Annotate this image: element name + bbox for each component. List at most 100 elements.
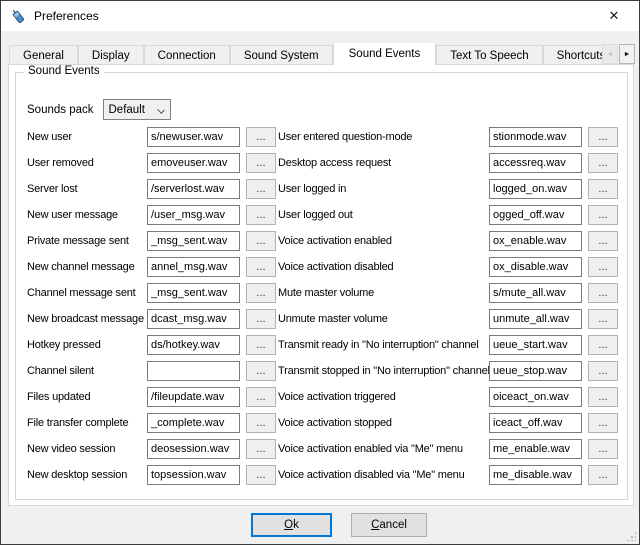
sound-file-input[interactable]	[147, 387, 240, 407]
sound-file-input[interactable]	[489, 179, 582, 199]
sounds-pack-select[interactable]: Default	[103, 99, 171, 120]
sound-event-label: Private message sent	[27, 235, 147, 247]
sound-file-input[interactable]	[147, 153, 240, 173]
tab-strip: GeneralDisplayConnectionSound SystemSoun…	[9, 43, 603, 65]
browse-button[interactable]: ...	[246, 153, 276, 173]
sound-file-input[interactable]	[489, 361, 582, 381]
tab-text-to-speech[interactable]: Text To Speech	[436, 45, 542, 65]
sounds-pack-value: Default	[109, 104, 145, 116]
sound-event-label: Voice activation disabled	[278, 261, 489, 273]
sound-file-input[interactable]	[489, 153, 582, 173]
browse-button[interactable]: ...	[246, 179, 276, 199]
sound-event-label: Voice activation disabled via "Me" menu	[278, 469, 489, 481]
browse-button[interactable]: ...	[588, 283, 618, 303]
sound-event-label: New channel message	[27, 261, 147, 273]
browse-button[interactable]: ...	[588, 439, 618, 459]
browse-button[interactable]: ...	[246, 309, 276, 329]
browse-button[interactable]: ...	[588, 257, 618, 277]
browse-button[interactable]: ...	[246, 127, 276, 147]
browse-button[interactable]: ...	[246, 231, 276, 251]
sound-event-label: Voice activation enabled	[278, 235, 489, 247]
titlebar: Preferences ✕	[1, 1, 639, 31]
sound-events-page: Sound Events Sounds pack Default New use…	[8, 64, 634, 506]
sound-file-input[interactable]	[147, 179, 240, 199]
browse-button[interactable]: ...	[246, 413, 276, 433]
sounds-pack-row: Sounds pack Default	[27, 99, 171, 120]
sound-file-input[interactable]	[489, 309, 582, 329]
preferences-dialog: Preferences ✕ GeneralDisplayConnectionSo…	[0, 0, 640, 545]
sound-file-input[interactable]	[147, 465, 240, 485]
close-icon[interactable]: ✕	[597, 1, 631, 31]
sound-file-input[interactable]	[489, 205, 582, 225]
sound-file-input[interactable]	[147, 205, 240, 225]
chevron-down-icon	[157, 106, 165, 114]
browse-button[interactable]: ...	[246, 465, 276, 485]
sound-event-label: Channel silent	[27, 365, 147, 377]
browse-button[interactable]: ...	[588, 335, 618, 355]
sound-event-label: New desktop session	[27, 469, 147, 481]
sound-file-input[interactable]	[489, 335, 582, 355]
sound-event-label: Unmute master volume	[278, 313, 489, 325]
browse-button[interactable]: ...	[588, 413, 618, 433]
tab-shortcuts[interactable]: Shortcuts	[543, 45, 603, 65]
browse-button[interactable]: ...	[588, 231, 618, 251]
sound-file-input[interactable]	[489, 439, 582, 459]
sound-events-grid: New user...User entered question-mode...…	[27, 124, 612, 488]
sound-event-label: Voice activation triggered	[278, 391, 489, 403]
sound-event-label: Mute master volume	[278, 287, 489, 299]
browse-button[interactable]: ...	[588, 127, 618, 147]
browse-button[interactable]: ...	[588, 465, 618, 485]
sound-file-input[interactable]	[489, 413, 582, 433]
sound-file-input[interactable]	[147, 257, 240, 277]
sound-file-input[interactable]	[147, 361, 240, 381]
resize-grip[interactable]	[626, 531, 636, 541]
browse-button[interactable]: ...	[588, 205, 618, 225]
sound-event-label: Files updated	[27, 391, 147, 403]
browse-button[interactable]: ...	[246, 439, 276, 459]
sound-event-label: Transmit ready in "No interruption" chan…	[278, 339, 489, 351]
tab-scroll-right-icon[interactable]: ►	[619, 44, 635, 64]
sound-event-label: Server lost	[27, 183, 147, 195]
groupbox-title: Sound Events	[24, 65, 104, 77]
sound-file-input[interactable]	[147, 283, 240, 303]
window-title: Preferences	[34, 9, 99, 23]
browse-button[interactable]: ...	[588, 153, 618, 173]
sound-event-label: New user message	[27, 209, 147, 221]
browse-button[interactable]: ...	[588, 361, 618, 381]
ok-button[interactable]: Ok	[251, 513, 332, 537]
sound-file-input[interactable]	[147, 127, 240, 147]
browse-button[interactable]: ...	[588, 179, 618, 199]
sound-file-input[interactable]	[489, 127, 582, 147]
tab-general[interactable]: General	[9, 45, 78, 65]
sound-event-label: Desktop access request	[278, 157, 489, 169]
sound-file-input[interactable]	[147, 231, 240, 251]
sound-file-input[interactable]	[489, 257, 582, 277]
sound-event-label: Channel message sent	[27, 287, 147, 299]
sound-file-input[interactable]	[147, 335, 240, 355]
tab-display[interactable]: Display	[78, 45, 144, 65]
cancel-button[interactable]: Cancel	[351, 513, 427, 537]
browse-button[interactable]: ...	[246, 387, 276, 407]
sound-event-label: File transfer complete	[27, 417, 147, 429]
tab-sound-system[interactable]: Sound System	[230, 45, 333, 65]
browse-button[interactable]: ...	[588, 309, 618, 329]
browse-button[interactable]: ...	[246, 361, 276, 381]
browse-button[interactable]: ...	[246, 257, 276, 277]
sound-event-label: User removed	[27, 157, 147, 169]
sound-file-input[interactable]	[489, 231, 582, 251]
sound-file-input[interactable]	[147, 413, 240, 433]
sound-file-input[interactable]	[147, 309, 240, 329]
sound-file-input[interactable]	[147, 439, 240, 459]
browse-button[interactable]: ...	[246, 335, 276, 355]
browse-button[interactable]: ...	[246, 283, 276, 303]
tab-connection[interactable]: Connection	[144, 45, 230, 65]
sound-event-label: New user	[27, 131, 147, 143]
teamtalk-logo-icon	[10, 8, 27, 25]
sound-file-input[interactable]	[489, 465, 582, 485]
tab-scroll-left-icon[interactable]: ◄	[602, 44, 618, 64]
browse-button[interactable]: ...	[588, 387, 618, 407]
sound-file-input[interactable]	[489, 387, 582, 407]
browse-button[interactable]: ...	[246, 205, 276, 225]
sound-file-input[interactable]	[489, 283, 582, 303]
tab-sound-events[interactable]: Sound Events	[333, 43, 437, 65]
